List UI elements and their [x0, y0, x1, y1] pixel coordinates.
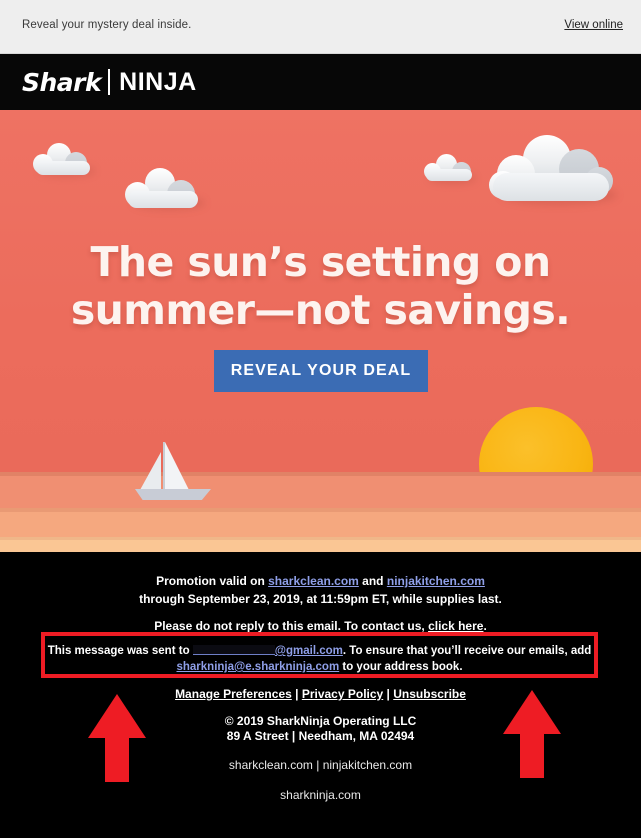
logo-shark-text: Shark — [22, 67, 102, 97]
hull — [135, 489, 211, 500]
sent-to-message: This message was sent to @gmail.com. To … — [45, 643, 594, 675]
sent-to-suffix: to your address book. — [339, 661, 463, 673]
privacy-policy-link[interactable]: Privacy Policy — [302, 687, 383, 701]
promotion-line-1: Promotion valid on sharkclean.com and ni… — [0, 573, 641, 589]
unsubscribe-link[interactable]: Unsubscribe — [393, 687, 466, 701]
sharkninja-sender-address-link[interactable]: sharkninja@e.sharkninja.com — [176, 661, 339, 673]
annotation-arrow-right — [503, 690, 561, 778]
cloud-base — [36, 161, 90, 175]
sailboat-graphic — [135, 440, 215, 500]
logo-bar: Shark NINJA — [0, 54, 641, 110]
hero-banner: The sun’s setting on summer—not savings.… — [0, 110, 641, 552]
sharkclean-link[interactable]: sharkclean.com — [268, 574, 359, 588]
cloud-base — [128, 191, 198, 208]
arrow-shaft — [105, 736, 129, 782]
sail-right — [165, 442, 189, 490]
water-band-2 — [0, 508, 641, 537]
view-online-link[interactable]: View online — [564, 19, 623, 31]
click-here-link[interactable]: click here — [428, 619, 483, 633]
corporate-site-line: sharkninja.com — [280, 788, 361, 802]
promo-and: and — [358, 574, 387, 588]
link-separator-2: | — [383, 687, 394, 701]
preheader-bar: Reveal your mystery deal inside. View on… — [0, 0, 641, 54]
promotion-terms: Promotion valid on sharkclean.com and ni… — [0, 573, 641, 609]
arrow-head-icon — [88, 694, 146, 738]
manage-preferences-link[interactable]: Manage Preferences — [175, 687, 292, 701]
sent-to-mid: . To ensure that you’ll receive our emai… — [342, 645, 592, 657]
headline-line-1: The sun’s setting on — [90, 238, 552, 286]
preheader-text: Reveal your mystery deal inside. — [22, 19, 192, 31]
logo-divider — [108, 69, 111, 95]
link-separator-1: | — [291, 687, 302, 701]
sent-to-highlight-box: This message was sent to @gmail.com. To … — [41, 632, 598, 678]
noreply-suffix: . — [483, 619, 487, 633]
promo-prefix: Promotion valid on — [156, 574, 269, 588]
arrow-head-icon — [503, 690, 561, 734]
sharkninja-logo[interactable]: Shark NINJA — [22, 66, 197, 98]
noreply-prefix: Please do not reply to this email. To co… — [154, 619, 429, 633]
recipient-email-domain[interactable]: @gmail.com — [275, 645, 343, 657]
water-band-1 — [0, 472, 641, 508]
water-band-3 — [0, 537, 641, 552]
redacted-email-local-part — [192, 645, 275, 655]
sail-left — [140, 452, 161, 490]
arrow-shaft — [520, 732, 544, 778]
email-page: Reveal your mystery deal inside. View on… — [0, 0, 641, 838]
annotation-arrow-left — [88, 694, 146, 782]
cloud-small-right — [424, 154, 476, 184]
cloud-large-right — [489, 135, 617, 207]
cloud-base — [493, 173, 609, 201]
cloud-medium-left — [125, 168, 205, 210]
sent-to-prefix: This message was sent to — [47, 645, 193, 657]
hero-headline: The sun’s setting on summer—not savings. — [0, 238, 641, 334]
headline-line-2: summer—not savings. — [70, 286, 571, 334]
reveal-your-deal-button[interactable]: REVEAL YOUR DEAL — [214, 350, 428, 392]
promotion-line-2: through September 23, 2019, at 11:59pm E… — [139, 592, 502, 606]
logo-ninja-text: NINJA — [119, 67, 197, 96]
cloud-base — [426, 169, 472, 181]
cloud-small-left — [33, 143, 95, 177]
ninjakitchen-link[interactable]: ninjakitchen.com — [387, 574, 485, 588]
